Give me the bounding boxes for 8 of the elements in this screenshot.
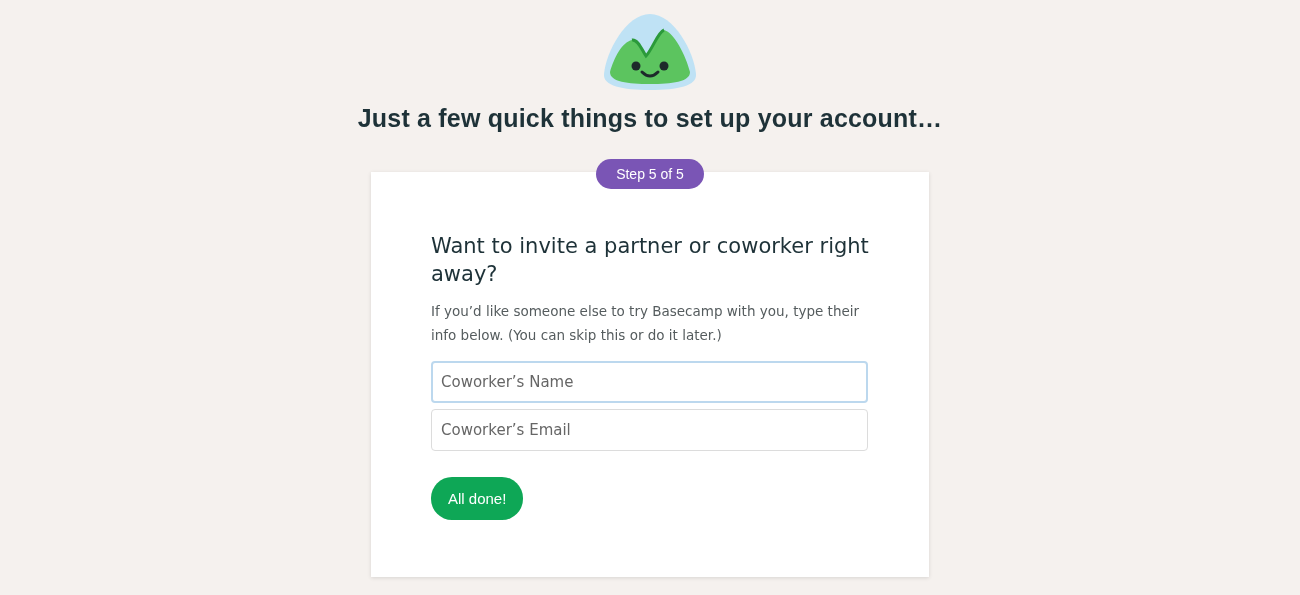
- input-field[interactable]: Coworker’s Name: [431, 361, 868, 403]
- card-description: If you’d like someone else to try Basecamp with you, type their info below. (You can skip this or do it later.): [431, 302, 861, 345]
- card-title: Want to invite a partner or coworker right away?: [431, 233, 869, 288]
- logo-icon: [602, 12, 698, 92]
- input-field[interactable]: Coworker’s Email: [431, 409, 868, 451]
- page-heading: Just a few quick things to set up your account…: [357, 104, 943, 133]
- done-button[interactable]: All done!: [431, 477, 524, 520]
- step-badge: Step 5 of 5: [596, 159, 704, 189]
